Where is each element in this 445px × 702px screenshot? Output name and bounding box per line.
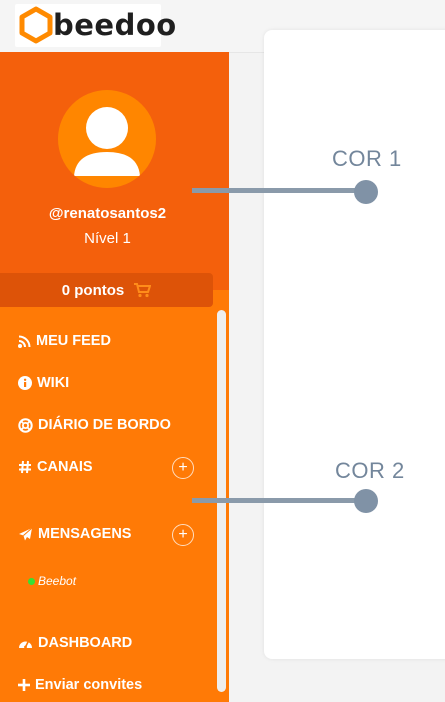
nav-item-wiki[interactable]: WIKI [18, 375, 69, 391]
username: @renatosantos2 [48, 205, 167, 222]
annotation-cor-1-label: COR 1 [332, 146, 402, 171]
nav-item-convites[interactable]: Enviar convites [18, 677, 142, 693]
plus-icon [18, 679, 30, 691]
add-canal-button[interactable]: + [172, 457, 194, 479]
brand-logo[interactable]: beedoo [15, 4, 176, 47]
contact-beebot[interactable]: Beebot [28, 574, 76, 588]
brand-name: beedoo [53, 8, 177, 42]
contact-beebot-label: Beebot [38, 574, 77, 588]
nav-item-feed[interactable]: MEU FEED [18, 333, 111, 349]
add-mensagem-button[interactable]: + [172, 524, 194, 546]
hexagon-logo-icon [19, 6, 53, 44]
nav-diario-label: DIÁRIO DE BORDO [38, 417, 171, 433]
online-status-dot [28, 577, 35, 585]
avatar[interactable] [58, 90, 156, 188]
plus-icon: + [178, 459, 188, 476]
gauge-icon [19, 640, 32, 649]
annotation-cor-1-marker [354, 180, 378, 204]
plus-icon: + [178, 526, 188, 543]
nav-mensagens-label: MENSAGENS [38, 526, 132, 542]
user-level: Nível 1 [84, 230, 131, 247]
sidebar: @renatosantos2 Nível 1 0 pontos MEU FEED… [0, 52, 229, 702]
rss-icon [18, 335, 31, 348]
nav-wiki-label: WIKI [37, 375, 70, 391]
nav-item-mensagens[interactable]: MENSAGENS [18, 526, 131, 542]
nav-dashboard-label: DASHBOARD [38, 635, 133, 651]
nav-item-dashboard[interactable]: DASHBOARD [18, 635, 132, 651]
nav-canais-label: CANAIS [37, 459, 93, 475]
profile-header: @renatosantos2 Nível 1 [0, 52, 229, 290]
info-icon [18, 376, 32, 390]
hashtag-icon [19, 460, 31, 474]
nav-feed-label: MEU FEED [36, 333, 111, 349]
points-label: 0 pontos [61, 281, 125, 299]
annotation-cor-2-label: COR 2 [335, 458, 405, 483]
nav-convites-label: Enviar convites [35, 677, 143, 693]
paper-plane-icon [19, 527, 33, 540]
lifebuoy-icon [18, 417, 33, 433]
nav-item-canais[interactable]: CANAIS [18, 459, 93, 475]
points-bar[interactable]: 0 pontos [0, 273, 213, 307]
nav-item-diario[interactable]: DIÁRIO DE BORDO [18, 417, 171, 433]
annotation-cor-2-marker [354, 489, 378, 513]
annotation-cor-2-line [192, 498, 358, 503]
cart-icon [134, 283, 152, 298]
content-card [264, 30, 445, 659]
annotation-cor-1-line [192, 188, 358, 193]
avatar-icon [74, 107, 140, 176]
